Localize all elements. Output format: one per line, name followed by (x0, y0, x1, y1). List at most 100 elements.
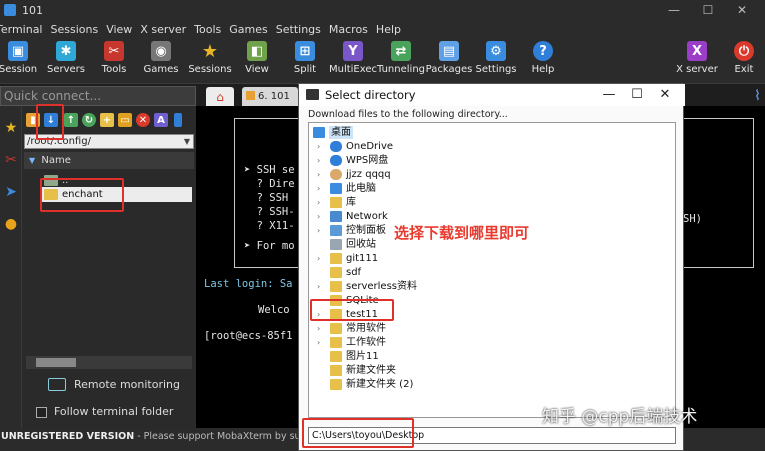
quick-connect-input[interactable]: Quick connect... (0, 86, 196, 106)
multiexec-button[interactable]: Y MultiExec (327, 41, 379, 75)
highlight-path-field (302, 418, 414, 448)
banner-line: ? SSH- (244, 206, 295, 218)
tree-node-this-pc[interactable]: › 此电脑 (317, 182, 657, 195)
menu-macros[interactable]: Macros (329, 23, 376, 36)
tree-node-sdf[interactable]: sdf (317, 266, 657, 279)
menu-terminal[interactable]: Terminal (0, 23, 51, 36)
sort-arrow-icon: ▼ (29, 156, 36, 165)
remote-monitoring-button[interactable]: Remote monitoring (48, 376, 188, 394)
tree-node-user[interactable]: › jjzz qqqq (317, 168, 657, 181)
tree-node-new-folder[interactable]: 新建文件夹 (317, 364, 657, 377)
shell-prompt: [root@ecs-85f1 (204, 330, 293, 342)
session-button[interactable]: ▣ Session (0, 41, 44, 75)
menu-view[interactable]: View (106, 23, 140, 36)
watermark: 知乎 @cpp后端技术 (542, 407, 698, 427)
menu-settings[interactable]: Settings (276, 23, 329, 36)
menu-sessions[interactable]: Sessions (51, 23, 107, 36)
menu-help[interactable]: Help (376, 23, 409, 36)
split-icon: ⊞ (295, 41, 315, 61)
chevron-right-icon: › (317, 184, 321, 193)
dialog-minimize-button[interactable]: — (595, 84, 623, 106)
tree-node-work-software[interactable]: › 工作软件 (317, 336, 657, 349)
sidebar-tools-tab[interactable]: ✂ (0, 144, 22, 176)
sidebar-sftp-tab[interactable]: ➤ (0, 176, 22, 208)
highlight-enchant-folder (40, 178, 124, 212)
split-button[interactable]: ⊞ Split (279, 41, 331, 75)
folder-icon (330, 351, 342, 362)
view-button[interactable]: ◧ View (231, 41, 283, 75)
directory-tree[interactable]: 桌面 › OneDrive › WPS网盘 › jjzz qqqq › 此电脑 › 库 ›… (308, 122, 676, 418)
help-button[interactable]: ? Help (517, 41, 569, 75)
tree-node-git111[interactable]: › git111 (317, 252, 657, 265)
sessions-button[interactable]: ★ Sessions (184, 41, 236, 76)
sftp-rename-icon[interactable]: A (154, 113, 168, 127)
sftp-more-icon[interactable] (174, 113, 182, 127)
dialog-close-button[interactable]: ✕ (651, 84, 679, 106)
tree-node-pictures11[interactable]: 图片11 (317, 350, 657, 363)
tree-node-common-software[interactable]: › 常用软件 (317, 322, 657, 335)
sftp-refresh-icon[interactable]: ↻ (82, 113, 96, 127)
checkbox-box[interactable] (36, 407, 47, 418)
follow-terminal-checkbox[interactable]: Follow terminal folder (36, 403, 196, 421)
tools-button[interactable]: ✂ Tools (88, 41, 140, 75)
follow-terminal-label: Follow terminal folder (54, 405, 174, 418)
games-button[interactable]: ◉ Games (135, 41, 187, 75)
scrollbar-thumb[interactable] (36, 358, 76, 367)
star-icon: ★ (4, 120, 18, 136)
sftp-new-file-icon[interactable]: ▭ (118, 113, 132, 127)
home-tab[interactable]: ⌂ (206, 87, 234, 106)
sidebar-sessions-tab[interactable]: ★ (0, 112, 22, 144)
banner-line: ➤ SSH se (244, 164, 295, 176)
settings-button[interactable]: ⚙ Settings (470, 41, 522, 75)
tree-node-library[interactable]: › 库 (317, 196, 657, 209)
minimize-button[interactable]: — (657, 0, 691, 20)
folder-icon (330, 253, 342, 264)
folder-icon (330, 365, 342, 376)
sftp-delete-icon[interactable]: ✕ (136, 113, 150, 127)
attach-icon[interactable]: ⌇ (754, 88, 761, 104)
tree-node-serverless[interactable]: › serverless资料 (317, 280, 657, 293)
mobaxterm-window: 101 — ☐ ✕ Terminal Sessions View X serve… (0, 0, 765, 451)
window-controls: — ☐ ✕ (657, 0, 759, 20)
servers-button[interactable]: ✱ Servers (40, 41, 92, 75)
servers-icon: ✱ (56, 41, 76, 61)
xserver-button[interactable]: XX server (671, 41, 723, 75)
banner-line: ➤ For mo (244, 240, 295, 252)
folder-icon (330, 197, 342, 208)
menu-tools[interactable]: Tools (194, 23, 229, 36)
tab-session-101[interactable]: 6. 101 (242, 87, 298, 106)
sftp-new-folder-icon[interactable]: + (100, 113, 114, 127)
user-icon (330, 169, 342, 180)
app-icon (4, 4, 16, 16)
folder-icon (330, 379, 342, 390)
tunneling-button[interactable]: ⇄ Tunneling (375, 41, 427, 75)
tree-node-wps[interactable]: › WPS网盘 (317, 154, 657, 167)
control-panel-icon (330, 225, 342, 236)
dialog-maximize-button[interactable]: ☐ (623, 84, 651, 106)
sftp-horizontal-scrollbar[interactable] (26, 356, 192, 369)
title-bar: 101 — ☐ ✕ (0, 0, 765, 20)
folder-icon (330, 337, 342, 348)
dialog-title: Select directory (325, 88, 416, 102)
session-icon: ▣ (8, 41, 28, 61)
menu-xserver[interactable]: X server (140, 23, 194, 36)
close-button[interactable]: ✕ (725, 0, 759, 20)
sftp-upload-icon[interactable]: ↑ (64, 113, 78, 127)
unregistered-label: UNREGISTERED VERSION (1, 431, 135, 442)
tunneling-icon: ⇄ (391, 41, 411, 61)
tree-node-new-folder-2[interactable]: 新建文件夹 (2) (317, 378, 657, 391)
exit-button[interactable]: ⏻ Exit (718, 41, 765, 75)
sidebar-macros-tab[interactable]: ● (0, 208, 22, 240)
send-icon: ➤ (5, 184, 17, 200)
packages-button[interactable]: ▤ Packages (423, 41, 475, 75)
menu-games[interactable]: Games (229, 23, 275, 36)
tree-node-onedrive[interactable]: › OneDrive (317, 140, 657, 153)
chevron-right-icon: › (317, 156, 321, 165)
packages-icon: ▤ (439, 41, 459, 61)
chevron-down-icon[interactable]: ▼ (181, 135, 193, 148)
tree-node-desktop[interactable]: 桌面 (313, 126, 653, 139)
sftp-column-header[interactable]: ▼ Name (24, 152, 194, 169)
chevron-right-icon: › (317, 338, 321, 347)
chevron-right-icon: › (317, 212, 321, 221)
maximize-button[interactable]: ☐ (691, 0, 725, 20)
